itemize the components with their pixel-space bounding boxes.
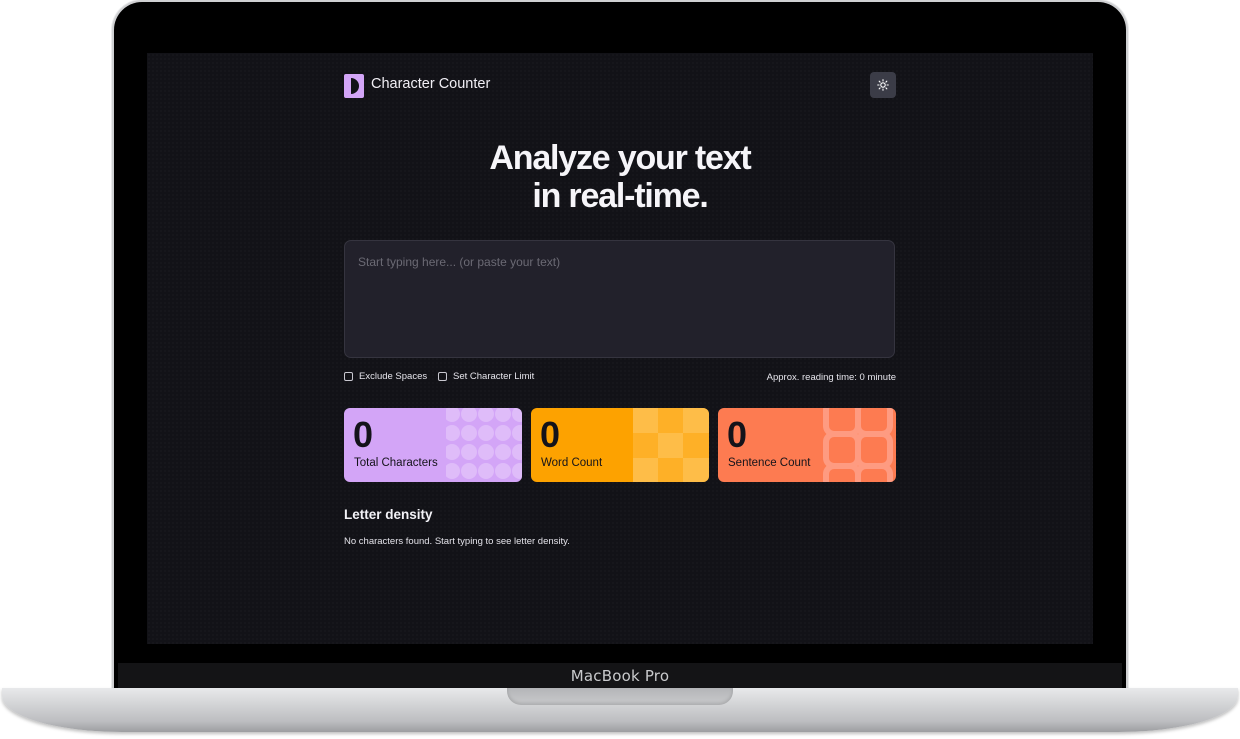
- character-limit-label: Set Character Limit: [453, 371, 535, 382]
- character-limit-checkbox[interactable]: [438, 372, 447, 381]
- sun-icon: [877, 79, 889, 91]
- total-characters-value: 0: [353, 414, 373, 455]
- character-limit-option[interactable]: Set Character Limit: [438, 371, 534, 382]
- exclude-spaces-label: Exclude Spaces: [359, 371, 428, 382]
- text-input-area[interactable]: [344, 240, 895, 358]
- brand-name: Character Counter: [371, 76, 491, 92]
- theme-toggle-button[interactable]: [870, 72, 896, 98]
- total-characters-card: 0 Total Characters: [344, 408, 522, 482]
- letter-density-empty-message: No characters found. Start typing to see…: [344, 536, 570, 547]
- app-screen: Character Counter Analyze your text in r…: [147, 53, 1093, 644]
- total-characters-label: Total Characters: [354, 457, 438, 469]
- options-row: Exclude Spaces Set Character Limit Appro…: [344, 371, 896, 385]
- letter-density-heading: Letter density: [344, 507, 433, 522]
- laptop-chin: MacBook Pro: [118, 663, 1122, 689]
- hero-heading: Analyze your text in real-time.: [147, 139, 1093, 215]
- hero-heading-line-1: Analyze your text: [489, 139, 751, 177]
- logo-icon: [344, 74, 364, 98]
- reading-time: Approx. reading time: 0 minute: [766, 372, 896, 383]
- sentence-count-label: Sentence Count: [728, 457, 811, 469]
- exclude-spaces-checkbox[interactable]: [344, 372, 353, 381]
- device-model-label: MacBook Pro: [570, 667, 670, 685]
- laptop-opening-notch: [507, 688, 733, 705]
- grid-pattern-icon: [823, 408, 893, 482]
- checker-pattern-icon: [633, 408, 709, 482]
- hero-heading-line-2: in real-time.: [532, 177, 708, 215]
- exclude-spaces-option[interactable]: Exclude Spaces: [344, 371, 427, 382]
- sentence-count-card: 0 Sentence Count: [718, 408, 896, 482]
- circle-pattern-icon: [446, 408, 522, 479]
- app-header: Character Counter: [344, 72, 896, 100]
- word-count-value: 0: [540, 414, 560, 455]
- sentence-count-value: 0: [727, 414, 747, 455]
- word-count-label: Word Count: [541, 457, 603, 469]
- word-count-card: 0 Word Count: [531, 408, 709, 482]
